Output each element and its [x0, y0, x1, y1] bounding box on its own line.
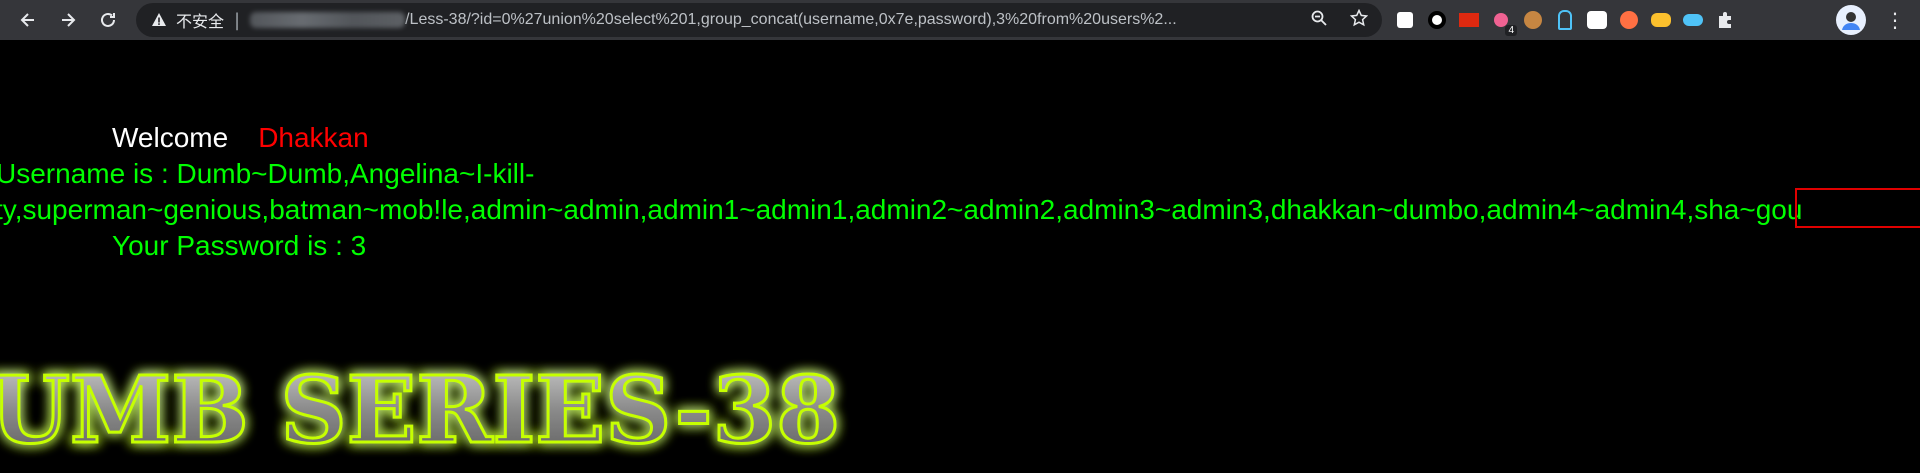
blurred-host: [250, 12, 406, 28]
url-path[interactable]: /Less-38/?id=0%27union%20select%201,grou…: [405, 11, 1303, 29]
url-separator: |: [234, 9, 241, 31]
menu-icon[interactable]: ⋮: [1880, 5, 1910, 35]
forward-icon[interactable]: [50, 2, 86, 38]
browser-toolbar: 不安全 | /Less-38/?id=0%27union%20select%20…: [0, 0, 1920, 40]
extensions-bar: 4: [1394, 0, 1736, 40]
extension-leopard-icon[interactable]: [1650, 9, 1672, 31]
page-content: Welcome Dhakkan Username is : Dumb~Dumb,A…: [0, 40, 1920, 473]
zoom-icon[interactable]: [1310, 9, 1328, 31]
address-bar[interactable]: 不安全 | /Less-38/?id=0%27union%20select%20…: [136, 3, 1382, 37]
star-icon[interactable]: [1349, 8, 1369, 31]
extension-cloud-icon[interactable]: [1682, 9, 1704, 31]
password-line: Your Password is : 3: [112, 230, 367, 261]
series-banner: UMB SERIES-38: [0, 355, 842, 466]
welcome-line: Welcome Dhakkan: [112, 122, 369, 154]
username-line: Username is : Dumb~Dumb,Angelina~I-kill-: [0, 158, 535, 189]
extension-flag-icon[interactable]: [1458, 9, 1480, 31]
welcome-name: Dhakkan: [258, 122, 369, 153]
extension-candy-icon[interactable]: 4: [1490, 9, 1517, 36]
username-line-continued: ty,superman~genious,batman~mob!le,admin~…: [0, 194, 1803, 225]
extension-pin-icon[interactable]: [1554, 9, 1576, 31]
back-icon[interactable]: [10, 2, 46, 38]
security-label[interactable]: 不安全: [176, 8, 224, 32]
extension-cookie-icon[interactable]: [1522, 9, 1544, 31]
banner-title: UMB SERIES-38: [0, 356, 840, 464]
puzzle-icon[interactable]: [1714, 9, 1736, 31]
profile-avatar[interactable]: [1836, 5, 1866, 35]
extension-circle-icon[interactable]: [1426, 9, 1448, 31]
highlight-box: [1795, 188, 1920, 228]
extension-glasses-icon[interactable]: [1586, 9, 1608, 31]
extension-badge: 4: [1505, 25, 1517, 36]
reload-icon[interactable]: [90, 2, 126, 38]
extension-bracket-icon[interactable]: [1394, 9, 1416, 31]
warning-icon[interactable]: [150, 11, 168, 29]
extension-orange-icon[interactable]: [1618, 9, 1640, 31]
welcome-text: Welcome: [112, 122, 229, 153]
